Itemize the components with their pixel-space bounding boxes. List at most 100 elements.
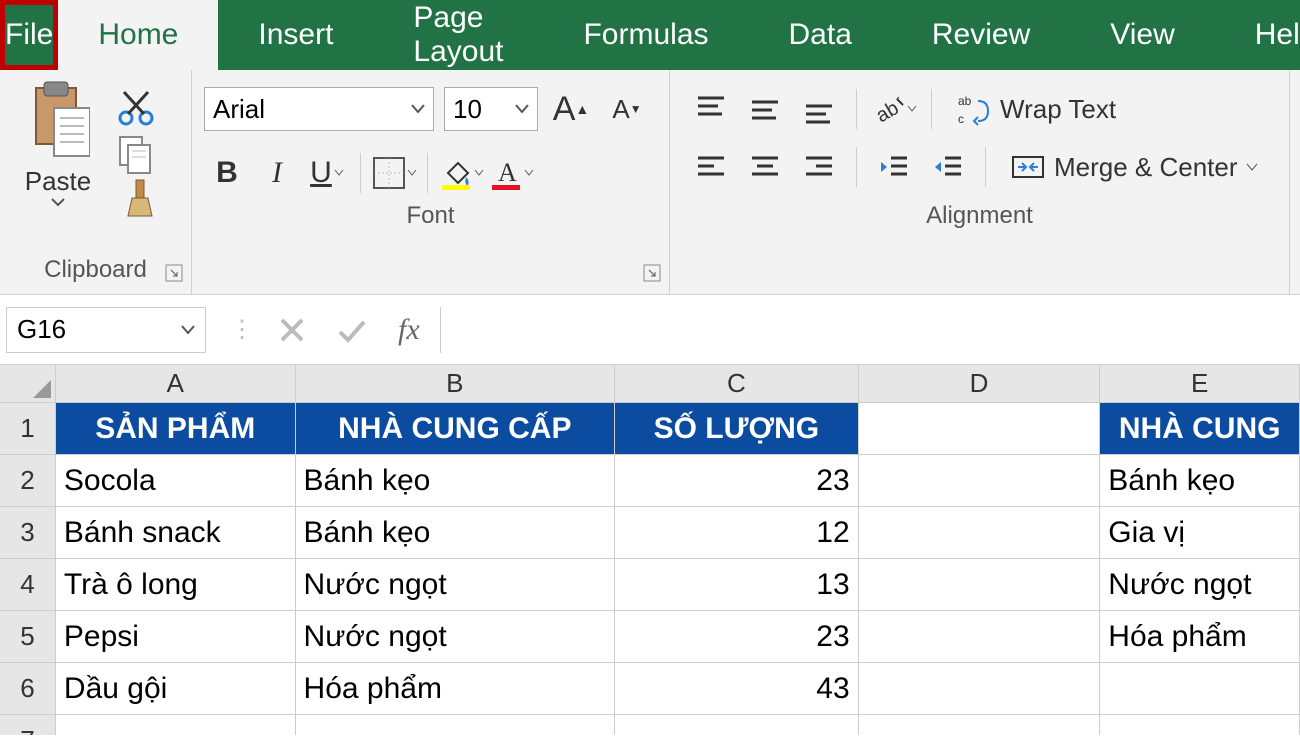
merge-center-button[interactable]: Merge & Center [1000,144,1268,190]
orientation-button[interactable]: ab [871,86,917,132]
row-header-2[interactable]: 2 [0,455,56,507]
cell-E7[interactable] [1100,715,1300,735]
cell-E4[interactable]: Nước ngọt [1100,559,1300,611]
tab-pagelayout[interactable]: Page Layout [373,0,543,70]
cell-A3[interactable]: Bánh snack [56,507,296,559]
chevron-down-icon [515,104,529,114]
tab-data[interactable]: Data [749,0,892,70]
cell-A4[interactable]: Trà ô long [56,559,296,611]
cell-C5[interactable]: 23 [615,611,859,663]
borders-button[interactable] [371,150,417,196]
cell-B2[interactable]: Bánh kẹo [296,455,616,507]
clipboard-icon [26,80,90,162]
cell-E6[interactable] [1100,663,1300,715]
align-bottom-button[interactable] [796,86,842,132]
cell-E2[interactable]: Bánh kẹo [1100,455,1300,507]
formula-input[interactable] [440,307,1300,353]
cell-D7[interactable] [859,715,1101,735]
fx-button[interactable]: fx [398,313,420,347]
font-color-button[interactable]: A [488,150,534,196]
row-header-3[interactable]: 3 [0,507,56,559]
align-left-button[interactable] [688,144,734,190]
dialog-launcher-icon[interactable] [643,264,661,282]
svg-text:A: A [498,158,517,187]
cell-B4[interactable]: Nước ngọt [296,559,616,611]
align-middle-button[interactable] [742,86,788,132]
enter-icon[interactable] [336,316,368,344]
cell-A1[interactable]: SẢN PHẨM [56,403,296,455]
tab-formulas[interactable]: Formulas [543,0,748,70]
row-header-6[interactable]: 6 [0,663,56,715]
tab-review[interactable]: Review [892,0,1070,70]
copy-button[interactable] [114,131,158,175]
cut-button[interactable] [114,86,158,130]
cell-E1[interactable]: NHÀ CUNG [1100,403,1300,455]
cell-E3[interactable]: Gia vị [1100,507,1300,559]
cell-A7[interactable] [56,715,296,735]
chevron-down-icon [411,104,425,114]
row-header-7[interactable]: 7 [0,715,56,735]
select-all-corner[interactable] [0,365,56,403]
cell-A2[interactable]: Socola [56,455,296,507]
cell-B3[interactable]: Bánh kẹo [296,507,616,559]
cell-D4[interactable] [859,559,1101,611]
cell-C3[interactable]: 12 [615,507,859,559]
group-label-alignment: Alignment [678,196,1281,240]
row-header-5[interactable]: 5 [0,611,56,663]
col-header-E[interactable]: E [1100,365,1300,403]
copy-icon [114,131,158,175]
cell-C6[interactable]: 43 [615,663,859,715]
increase-font-button[interactable]: A▲ [548,86,594,132]
cell-C2[interactable]: 23 [615,455,859,507]
underline-button[interactable]: U [304,150,350,196]
cell-B1[interactable]: NHÀ CUNG CẤP [296,403,616,455]
italic-button[interactable]: I [254,150,300,196]
cell-B5[interactable]: Nước ngọt [296,611,616,663]
cell-C4[interactable]: 13 [615,559,859,611]
col-header-D[interactable]: D [859,365,1101,403]
chevron-down-icon [181,325,195,335]
tab-file[interactable]: File [0,0,58,70]
cell-D2[interactable] [859,455,1101,507]
cell-B7[interactable] [296,715,616,735]
bold-button[interactable]: B [204,150,250,196]
cancel-icon[interactable] [278,316,306,344]
cell-D6[interactable] [859,663,1101,715]
wrap-text-button[interactable]: abc Wrap Text [946,86,1126,132]
cell-B6[interactable]: Hóa phẩm [296,663,616,715]
name-box[interactable]: G16 [6,307,206,353]
row-header-1[interactable]: 1 [0,403,56,455]
font-color-icon: A [488,155,524,191]
font-size-select[interactable]: 10 [444,87,538,131]
align-top-button[interactable] [688,86,734,132]
col-header-B[interactable]: B [296,365,616,403]
fill-color-button[interactable] [438,150,484,196]
paste-button[interactable]: Paste [8,80,108,207]
align-center-button[interactable] [742,144,788,190]
cell-C1[interactable]: SỐ LƯỢNG [615,403,859,455]
tab-help[interactable]: Help [1215,0,1300,70]
decrease-indent-button[interactable] [871,144,917,190]
tab-insert[interactable]: Insert [218,0,373,70]
tab-view[interactable]: View [1070,0,1214,70]
row-header-4[interactable]: 4 [0,559,56,611]
col-header-C[interactable]: C [615,365,859,403]
col-header-A[interactable]: A [56,365,296,403]
borders-icon [371,155,407,191]
spreadsheet-grid: A B C D E 1 SẢN PHẨM NHÀ CUNG CẤP SỐ LƯỢ… [0,365,1300,735]
increase-indent-button[interactable] [925,144,971,190]
cell-A5[interactable]: Pepsi [56,611,296,663]
cell-E5[interactable]: Hóa phẩm [1100,611,1300,663]
cell-C7[interactable] [615,715,859,735]
format-painter-button[interactable] [114,176,158,220]
cell-D5[interactable] [859,611,1101,663]
font-name-select[interactable]: Arial [204,87,434,131]
tab-home[interactable]: Home [58,0,218,70]
cell-D1[interactable] [859,403,1101,455]
decrease-font-button[interactable]: A▼ [604,86,650,132]
align-right-button[interactable] [796,144,842,190]
cell-A6[interactable]: Dầu gội [56,663,296,715]
dialog-launcher-icon[interactable] [165,264,183,282]
merge-label: Merge & Center [1054,152,1238,183]
cell-D3[interactable] [859,507,1101,559]
